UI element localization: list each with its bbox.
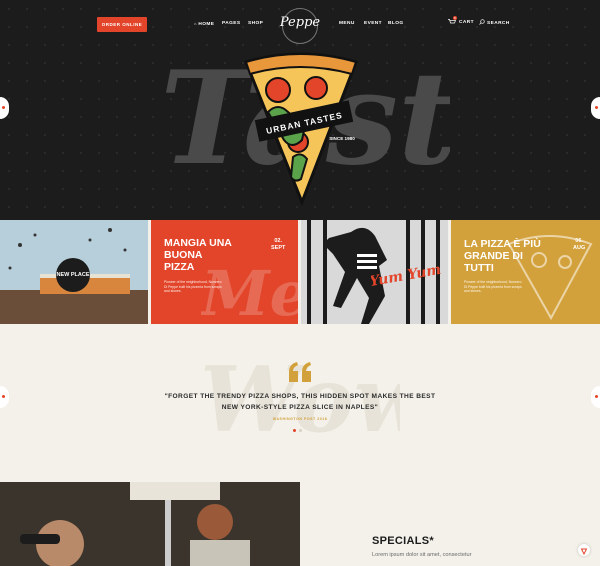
quote-dot-active[interactable] bbox=[293, 429, 296, 432]
hero-since-text: SINCE 1980 bbox=[329, 136, 355, 141]
hero-next-arrow[interactable] bbox=[591, 97, 600, 119]
nav-item-home[interactable]: ⌂ HOME bbox=[194, 21, 214, 27]
card-desc: Pioneer of the neighborhood, Nunzero Di … bbox=[464, 280, 522, 294]
testimonial-section: Wow "FORGET THE TRENDY PIZZA SHOPS, THIS… bbox=[0, 324, 600, 482]
card-yum-text: Yum Yum Yum bbox=[371, 260, 441, 290]
card-date-day: 06. bbox=[575, 238, 583, 244]
specials-title: SPECIALS* bbox=[372, 535, 434, 547]
site-logo[interactable]: Peppe bbox=[279, 8, 321, 44]
new-place-badge: NEW PLACE bbox=[56, 258, 90, 292]
logo-text: Peppe bbox=[279, 15, 321, 30]
quote-source: WASHINGTON POST 2018 bbox=[272, 417, 328, 421]
nav-label: HOME bbox=[198, 22, 215, 27]
quote-next-arrow[interactable] bbox=[591, 386, 600, 408]
nav-item-shop[interactable]: SHOP bbox=[248, 21, 263, 26]
card-mangia[interactable]: Me MANGIA UNA BUONA PIZZA 02. SEPT Pione… bbox=[151, 220, 298, 324]
quote-prev-arrow[interactable] bbox=[0, 386, 9, 408]
card-date-month: AUG bbox=[573, 245, 586, 251]
cart-link[interactable]: 0 CART bbox=[448, 16, 474, 25]
quote-pagination bbox=[293, 429, 302, 432]
card-desc: Pioneer of the neighborhood, Nunzero Di … bbox=[164, 280, 222, 294]
quote-icon bbox=[289, 362, 311, 382]
cart-label: CART bbox=[459, 19, 474, 25]
card-title: MANGIA UNA BUONA PIZZA bbox=[164, 237, 232, 273]
scroll-top-button[interactable] bbox=[578, 544, 590, 556]
specials-subtitle: Lorem ipsum dolor sit amet, consectetur bbox=[372, 552, 472, 558]
order-online-button[interactable]: ORDER ONLINE bbox=[97, 17, 147, 32]
pizza-slice-illustration: URBAN TASTES SINCE 1980 bbox=[243, 52, 358, 207]
search-label: SEARCH bbox=[487, 20, 510, 26]
card-date-day: 02. bbox=[274, 238, 283, 244]
card-date: 02. SEPT bbox=[271, 238, 285, 252]
cart-icon: 0 bbox=[448, 16, 457, 25]
restaurant-photo-scene bbox=[0, 482, 300, 566]
nav-item-event[interactable]: EVENT bbox=[364, 21, 382, 26]
featured-cards: NEW PLACE Me MANGIA UNA BUONA PIZZA 02. … bbox=[0, 220, 600, 324]
card-new-place[interactable]: NEW PLACE bbox=[0, 220, 148, 324]
nav-item-blog[interactable]: BLOG bbox=[388, 21, 403, 26]
search-link[interactable]: SEARCH bbox=[479, 19, 510, 27]
card-title: LA PIZZA È PIÙ GRANDE DI TUTTI bbox=[464, 238, 541, 274]
card-la-pizza[interactable]: LA PIZZA È PIÙ GRANDE DI TUTTI 06. AUG P… bbox=[451, 220, 600, 324]
search-icon bbox=[479, 19, 485, 27]
pizza-icon bbox=[580, 548, 588, 556]
card-yum[interactable]: Yum Yum Yum bbox=[301, 220, 448, 324]
restaurant-photo bbox=[0, 482, 300, 566]
card-yum-script: Yum Yum Yum bbox=[371, 260, 441, 290]
hero-section: ORDER ONLINE ⌂ HOME PAGES SHOP MENU EVEN… bbox=[0, 0, 600, 220]
card-date: 06. AUG bbox=[573, 238, 585, 252]
cart-count: 0 bbox=[453, 16, 457, 20]
quote-dot[interactable] bbox=[299, 429, 302, 432]
nav-item-menu[interactable]: MENU bbox=[339, 21, 355, 26]
nav-item-pages[interactable]: PAGES bbox=[222, 21, 240, 26]
card-date-month: SEPT bbox=[271, 245, 286, 251]
quote-text: "FORGET THE TRENDY PIZZA SHOPS, THIS HID… bbox=[164, 393, 436, 411]
